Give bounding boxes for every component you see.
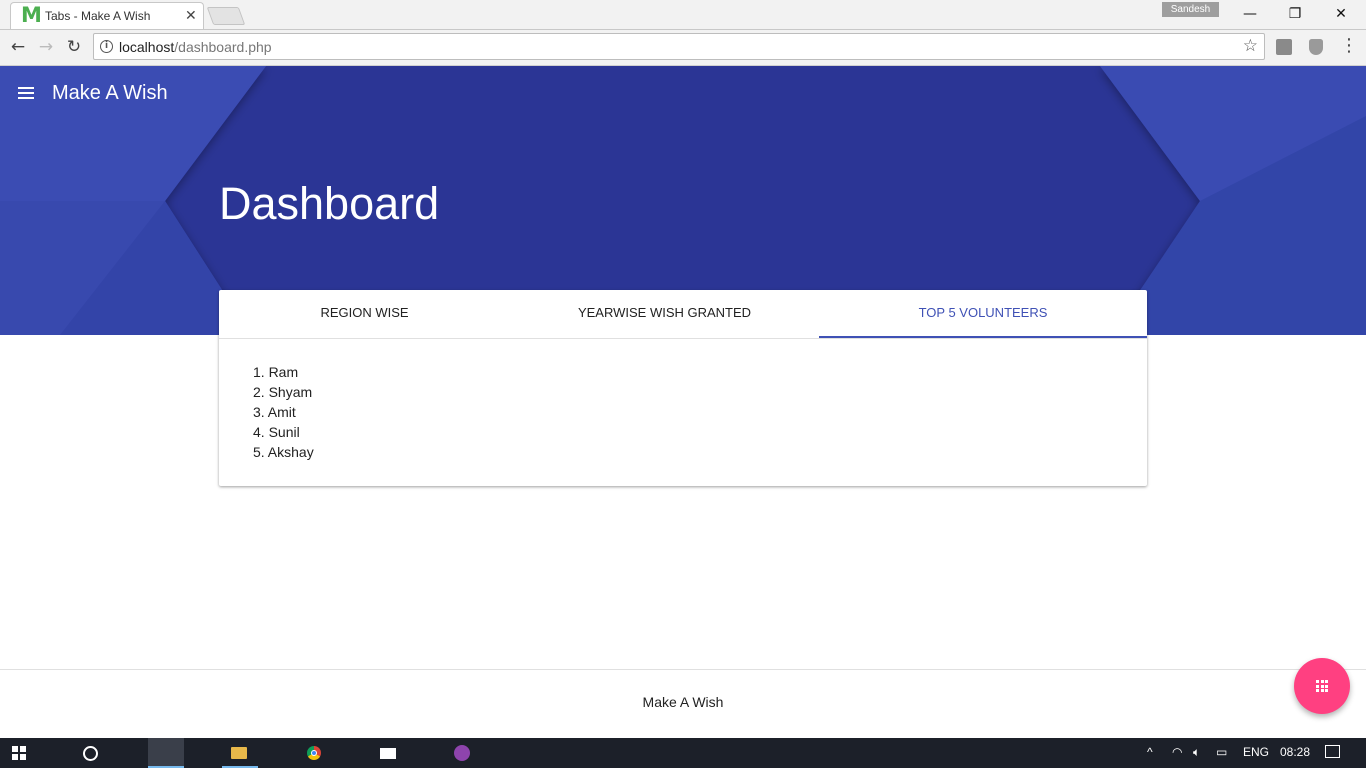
- clock[interactable]: 08:28: [1280, 745, 1310, 759]
- star-icon[interactable]: ☆: [1243, 36, 1258, 56]
- list-item: 4. Sunil: [253, 424, 300, 440]
- tab-bar: REGION WISE YEARWISE WISH GRANTED TOP 5 …: [219, 290, 1147, 339]
- cortana-button[interactable]: [36, 738, 98, 768]
- minimize-icon[interactable]: —: [1227, 4, 1273, 24]
- volume-muted-icon[interactable]: 🔈︎: [1193, 745, 1200, 760]
- chrome-icon: [307, 746, 321, 760]
- tabs-card: REGION WISE YEARWISE WISH GRANTED TOP 5 …: [219, 290, 1147, 486]
- tab-title: Tabs - Make A Wish: [45, 9, 151, 23]
- app-icon: [454, 745, 470, 761]
- page: Make A Wish Dashboard REGION WISE YEARWI…: [0, 66, 1366, 738]
- shield-extension-icon[interactable]: [1309, 39, 1323, 55]
- taskbar: ^ ◠ 🔈︎ ▭ ENG 08:28: [0, 738, 1366, 768]
- url-text[interactable]: localhost/dashboard.php: [119, 39, 272, 55]
- start-button[interactable]: [0, 738, 36, 768]
- task-view-button[interactable]: [72, 738, 170, 768]
- brand-title[interactable]: Make A Wish: [52, 82, 168, 105]
- volunteer-list: 1. Ram 2. Shyam 3. Amit 4. Sunil 5. Aksh…: [253, 362, 314, 462]
- more-vert-icon[interactable]: ⋮: [1340, 35, 1358, 56]
- windows-icon: [12, 746, 26, 760]
- restore-icon[interactable]: ❐: [1272, 4, 1318, 24]
- close-window-icon[interactable]: ✕: [1318, 4, 1364, 24]
- page-title: Dashboard: [219, 178, 440, 229]
- list-item: 3. Amit: [253, 404, 296, 420]
- list-item: 1. Ram: [253, 364, 299, 380]
- footer-divider: [0, 669, 1366, 670]
- address-bar[interactable]: i localhost/dashboard.php ☆: [93, 33, 1265, 60]
- browser-tab-strip: M Tabs - Make A Wish ✕ Sandesh — ❐ ✕: [0, 0, 1366, 30]
- tab-region-wise[interactable]: REGION WISE: [219, 290, 510, 338]
- footer-text: Make A Wish: [642, 694, 724, 710]
- forward-arrow-icon[interactable]: →: [35, 36, 57, 58]
- mail-button[interactable]: [185, 738, 396, 768]
- back-arrow-icon[interactable]: ←: [7, 36, 29, 58]
- apps-fab-button[interactable]: [1294, 658, 1350, 714]
- close-tab-icon[interactable]: ✕: [185, 7, 197, 24]
- language-indicator[interactable]: ENG: [1243, 745, 1269, 759]
- extension-icon[interactable]: [1276, 39, 1292, 55]
- list-item: 5. Akshay: [253, 444, 314, 460]
- profile-badge[interactable]: Sandesh: [1162, 2, 1219, 17]
- menu-icon[interactable]: [18, 87, 34, 99]
- notifications-icon[interactable]: [1325, 745, 1340, 758]
- list-item: 2. Shyam: [253, 384, 313, 400]
- chevron-up-icon[interactable]: ^: [1147, 745, 1153, 759]
- favicon-icon: M: [21, 3, 42, 27]
- browser-toolbar: ← → ↻ i localhost/dashboard.php ☆ ⋮: [0, 30, 1366, 66]
- tab-yearwise-wish-granted[interactable]: YEARWISE WISH GRANTED: [510, 290, 819, 338]
- info-icon[interactable]: i: [100, 40, 113, 53]
- mail-icon: [380, 748, 396, 759]
- tab-top-5-volunteers[interactable]: TOP 5 VOLUNTEERS: [819, 290, 1147, 338]
- file-explorer-button[interactable]: [110, 738, 247, 768]
- browser-tab[interactable]: M Tabs - Make A Wish ✕: [10, 2, 204, 29]
- new-tab-button[interactable]: [206, 7, 246, 25]
- chrome-taskbar-button[interactable]: [148, 738, 321, 768]
- app-taskbar-button[interactable]: [222, 738, 470, 768]
- wifi-icon[interactable]: ◠: [1172, 745, 1182, 759]
- battery-icon[interactable]: ▭: [1216, 745, 1227, 759]
- reload-icon[interactable]: ↻: [63, 36, 85, 58]
- apps-grid-icon: [1316, 680, 1328, 692]
